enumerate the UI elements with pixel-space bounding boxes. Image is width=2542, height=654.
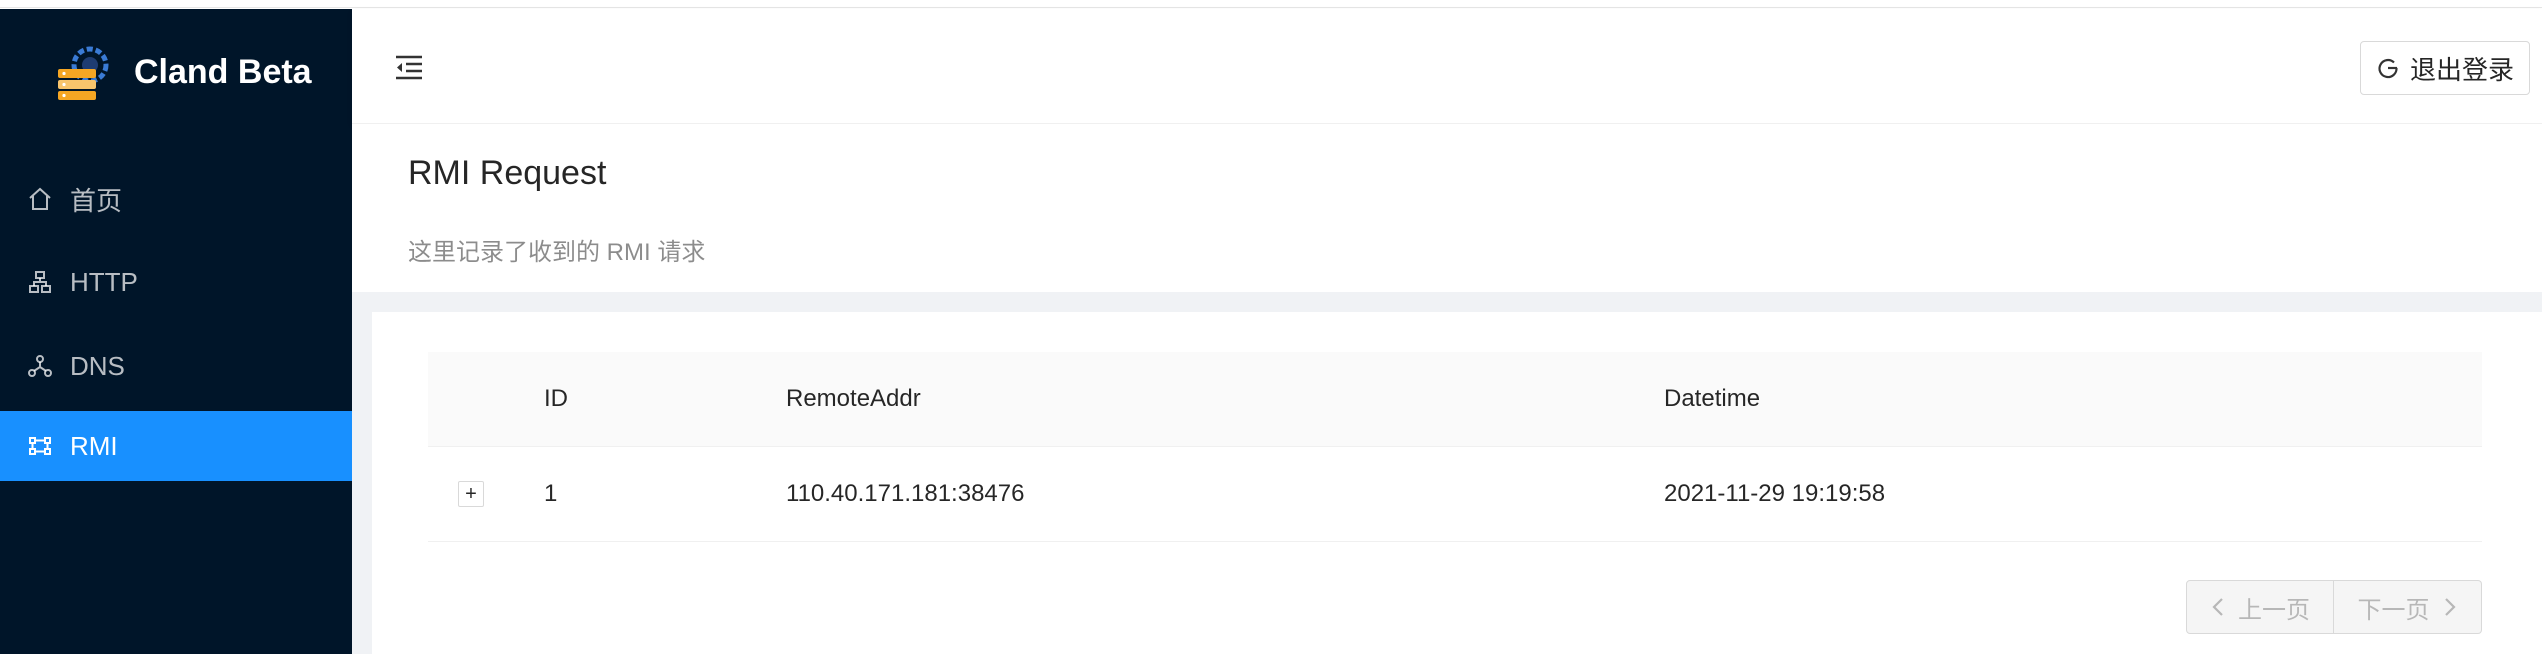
logout-icon <box>2378 58 2398 79</box>
page-header: RMI Request 这里记录了收到的 RMI 请求 <box>352 124 2542 292</box>
prev-page-label: 上一页 <box>2238 596 2310 624</box>
top-header: 退出登录 <box>352 9 2542 124</box>
sidebar-item-label: 首页 <box>70 185 123 216</box>
sidebar-item-label: HTTP <box>70 266 138 297</box>
chevron-left-icon <box>2212 598 2223 616</box>
cell-id: 1 <box>544 480 558 507</box>
menu-fold-button[interactable] <box>392 51 426 85</box>
menu-fold-icon <box>396 55 422 80</box>
prev-page-button[interactable]: 上一页 <box>2186 580 2334 634</box>
brand[interactable]: Cland Beta <box>0 9 352 133</box>
next-page-label: 下一页 <box>2357 596 2430 624</box>
sidebar-item-http[interactable]: HTTP <box>0 247 352 317</box>
sidebar-item-dns[interactable]: DNS <box>0 331 352 401</box>
chevron-right-icon <box>2444 598 2456 616</box>
home-icon <box>26 185 54 213</box>
logout-label: 退出登录 <box>2409 54 2514 85</box>
cluster-icon <box>26 268 54 296</box>
table-header: ID RemoteAddr Datetime <box>428 352 2482 447</box>
next-page-button[interactable]: 下一页 <box>2334 580 2482 634</box>
column-header-id: ID <box>544 385 568 412</box>
app-title: Cland Beta <box>134 53 312 91</box>
column-header-remoteaddr: RemoteAddr <box>786 385 921 412</box>
sidebar-item-home[interactable]: 首页 <box>0 164 352 234</box>
table-row: + 1 110.40.171.181:38476 2021-11-29 19:1… <box>428 447 2482 542</box>
sidebar: Cland Beta 首页 HTTP DNS RMI <box>0 9 352 654</box>
content-gap <box>352 292 2542 312</box>
top-border <box>0 0 2542 8</box>
pagination: 上一页 下一页 <box>2186 580 2482 634</box>
border-icon <box>26 432 54 460</box>
page-title: RMI Request <box>408 154 607 192</box>
cell-datetime: 2021-11-29 19:19:58 <box>1664 480 1886 507</box>
sidebar-item-label: RMI <box>70 430 118 461</box>
sidebar-item-label: DNS <box>70 350 125 381</box>
column-header-datetime: Datetime <box>1664 385 1761 412</box>
content-gap-left <box>352 292 372 654</box>
deployment-unit-icon <box>26 352 54 380</box>
expand-row-button[interactable]: + <box>458 481 484 507</box>
page-subtitle: 这里记录了收到的 RMI 请求 <box>408 239 706 266</box>
logo-icon <box>58 46 109 100</box>
logout-button[interactable]: 退出登录 <box>2360 41 2530 95</box>
sidebar-item-rmi[interactable]: RMI <box>0 411 352 481</box>
cell-remoteaddr: 110.40.171.181:38476 <box>786 480 1025 507</box>
